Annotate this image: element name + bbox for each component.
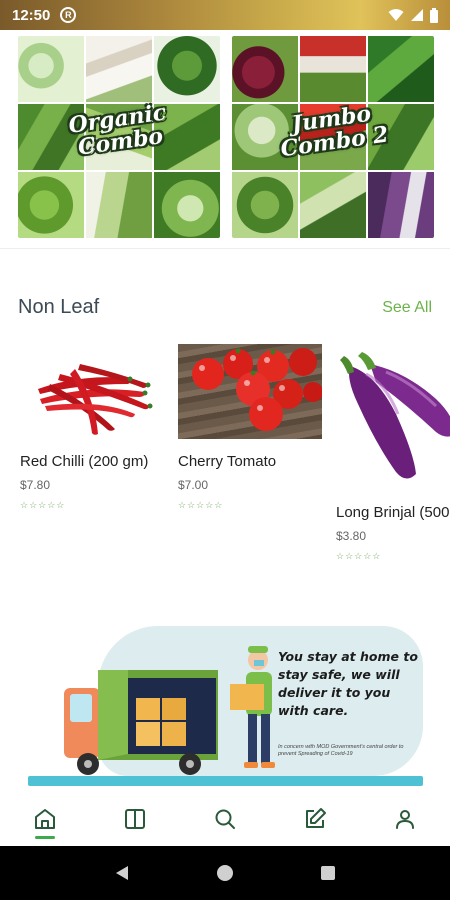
- nav-profile[interactable]: [360, 792, 450, 846]
- bottom-navigation: [0, 792, 450, 846]
- battery-icon: [430, 7, 438, 23]
- product-name-cherry-tomato: Cherry Tomato: [178, 453, 277, 470]
- nav-catalog[interactable]: [90, 792, 180, 846]
- banner-message: You stay at home to stay safe, we will d…: [278, 649, 418, 718]
- status-time: 12:50: [12, 6, 51, 24]
- product-image-red-chilli: [20, 344, 160, 439]
- home-circle-icon[interactable]: [216, 864, 234, 882]
- status-indicators: [388, 7, 438, 23]
- back-icon[interactable]: [113, 864, 131, 882]
- product-image-long-brinjal: [336, 344, 450, 484]
- recents-icon[interactable]: [319, 864, 337, 882]
- rating-stars-red-chilli: ☆☆☆☆☆: [20, 500, 66, 510]
- product-image-cherry-tomato: [178, 344, 322, 439]
- product-name-red-chilli: Red Chilli (200 gm): [20, 453, 149, 470]
- rating-stars-long-brinjal: ☆☆☆☆☆: [336, 551, 382, 561]
- profile-icon: [396, 810, 414, 829]
- combo-card-jumbo[interactable]: Jumbo Combo 2: [232, 36, 434, 238]
- app-notification-icon: R: [60, 7, 77, 23]
- product-card-long-brinjal[interactable]: Long Brinjal (500 gm) $3.80 ☆☆☆☆☆: [336, 344, 450, 562]
- wifi-icon: [388, 9, 404, 21]
- banner-ground: [28, 776, 423, 786]
- nav-search[interactable]: [180, 792, 270, 846]
- nav-edit[interactable]: [270, 792, 360, 846]
- product-name-long-brinjal: Long Brinjal (500 gm): [336, 504, 450, 521]
- see-all-link[interactable]: See All: [382, 299, 432, 317]
- product-price-long-brinjal: $3.80: [336, 529, 367, 543]
- product-card-red-chilli[interactable]: Red Chilli (200 gm) $7.80 ☆☆☆☆☆: [20, 344, 165, 511]
- nav-home[interactable]: [0, 792, 90, 846]
- home-icon: [35, 809, 55, 829]
- banner-note: In concern with MOD Government's central…: [278, 744, 404, 757]
- delivery-banner[interactable]: You stay at home to stay safe, we will d…: [28, 626, 423, 788]
- product-price-cherry-tomato: $7.00: [178, 478, 209, 492]
- delivery-truck-illustration: [64, 646, 275, 775]
- product-card-cherry-tomato[interactable]: Cherry Tomato $7.00 ☆☆☆☆☆: [178, 344, 323, 511]
- combo-card-organic[interactable]: Organic Combo: [18, 36, 220, 238]
- signal-icon: [411, 9, 423, 21]
- section-divider: [0, 248, 450, 249]
- search-icon: [215, 809, 235, 829]
- rating-stars-cherry-tomato: ☆☆☆☆☆: [178, 500, 224, 510]
- nav-active-indicator: [35, 836, 55, 839]
- app-screen: 12:50 R Organic Combo Jumbo Combo 2 Non …: [0, 0, 450, 900]
- catalog-icon: [125, 809, 145, 829]
- combo-row: Organic Combo Jumbo Combo 2: [18, 36, 434, 238]
- status-bar: 12:50 R: [0, 0, 450, 30]
- section-title: Non Leaf: [18, 296, 100, 318]
- system-navigation-bar: [0, 846, 450, 900]
- edit-icon: [306, 808, 326, 828]
- product-price-red-chilli: $7.80: [20, 478, 51, 492]
